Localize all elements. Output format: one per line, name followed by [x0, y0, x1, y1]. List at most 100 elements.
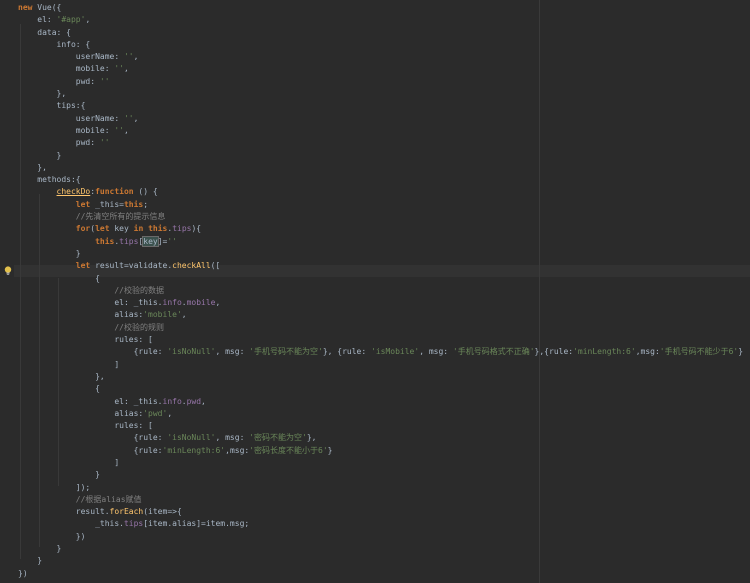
code-line[interactable]: alias:'pwd',: [18, 408, 743, 420]
code-token: tips:{: [18, 101, 86, 111]
code-line[interactable]: let _this=this;: [18, 199, 743, 211]
code-token: ,: [85, 15, 91, 25]
code-line[interactable]: rules: [: [18, 420, 743, 432]
code-token: 'pwd': [143, 408, 168, 418]
code-line[interactable]: }: [18, 469, 743, 481]
code-token: mobile: [186, 298, 216, 308]
code-token: }: [18, 556, 43, 566]
code-line[interactable]: data: {: [18, 27, 743, 39]
code-line[interactable]: //校验的规则: [18, 322, 743, 334]
code-token: () {: [133, 187, 158, 197]
code-token: this: [123, 199, 144, 209]
code-token: ,: [123, 125, 129, 135]
code-line[interactable]: }: [18, 555, 743, 567]
code-line[interactable]: },: [18, 162, 743, 174]
code-line[interactable]: mobile: '',: [18, 125, 743, 137]
code-line[interactable]: mobile: '',: [18, 63, 743, 75]
code-token: 'mobile': [143, 310, 182, 320]
code-line[interactable]: }): [18, 568, 743, 580]
code-line[interactable]: }: [18, 543, 743, 555]
code-token: 'minLength:6': [162, 445, 226, 455]
code-token: //先清空所有的提示信息: [18, 212, 166, 222]
code-token: ]=: [157, 236, 168, 246]
code-token: alias:: [18, 408, 144, 418]
code-line[interactable]: {rule: 'isNoNull', msg: '手机号码不能为空'}, {ru…: [18, 346, 743, 358]
code-token: info: [162, 396, 182, 406]
lightbulb-icon[interactable]: [4, 266, 12, 276]
code-token: 'isNoNull': [167, 433, 216, 443]
code-token: ,: [133, 113, 139, 123]
code-token: '': [123, 113, 134, 123]
code-line[interactable]: //根据alias赋值: [18, 494, 743, 506]
code-token: {: [18, 384, 100, 394]
code-token: },: [18, 162, 47, 172]
code-editor[interactable]: new Vue({ el: '#app', data: { info: { us…: [0, 0, 750, 583]
code-line[interactable]: {rule: 'isNoNull', msg: '密码不能为空'},: [18, 432, 743, 444]
code-token: }: [18, 470, 100, 480]
code-line[interactable]: pwd: '': [18, 137, 743, 149]
code-token: el:: [18, 15, 57, 25]
code-token: tips: [123, 519, 144, 529]
code-line[interactable]: this.tips[key]='': [18, 235, 743, 248]
code-line[interactable]: rules: [: [18, 334, 743, 346]
code-content[interactable]: new Vue({ el: '#app', data: { info: { us…: [18, 2, 743, 580]
code-line[interactable]: el: _this.info.pwd,: [18, 396, 743, 408]
code-line[interactable]: userName: '',: [18, 51, 743, 63]
code-line[interactable]: el: '#app',: [18, 14, 743, 26]
editor-gutter[interactable]: [0, 0, 14, 583]
code-line[interactable]: info: {: [18, 39, 743, 51]
code-line[interactable]: new Vue({: [18, 2, 743, 14]
code-line[interactable]: {rule:'minLength:6',msg:'密码长度不能小于6'}: [18, 445, 743, 457]
code-line[interactable]: result.forEach(item=>{: [18, 506, 743, 518]
code-line[interactable]: userName: '',: [18, 113, 743, 125]
code-token: info: [162, 298, 182, 308]
code-token: ([: [210, 261, 221, 271]
code-token: {rule:: [18, 445, 163, 455]
code-token: },: [306, 433, 317, 443]
code-token: '': [114, 125, 124, 135]
code-line[interactable]: for(let key in this.tips){: [18, 223, 743, 235]
code-token: methods:{: [18, 175, 81, 185]
code-token: result=validate.: [90, 261, 173, 271]
code-token: let: [75, 261, 91, 271]
code-line[interactable]: let result=validate.checkAll([: [18, 260, 743, 272]
code-token: ,: [167, 408, 173, 418]
code-line[interactable]: },: [18, 371, 743, 383]
code-token: '手机号码格式不正确': [452, 347, 535, 357]
code-token: let: [95, 224, 110, 234]
code-token: checkAll: [172, 261, 211, 271]
code-token: '#app': [56, 15, 86, 25]
code-line[interactable]: {: [18, 273, 743, 285]
code-token: rules: [: [18, 335, 153, 345]
code-line[interactable]: //校验的数据: [18, 285, 743, 297]
code-line[interactable]: _this.tips[item.alias]=item.msg;: [18, 518, 743, 530]
code-line[interactable]: }: [18, 150, 743, 162]
code-token: pwd:: [18, 76, 100, 86]
code-line[interactable]: checkDo:function () {: [18, 186, 743, 198]
code-line[interactable]: el: _this.info.mobile,: [18, 297, 743, 309]
code-token: }: [18, 150, 62, 160]
code-token: el: _this.: [18, 298, 163, 308]
code-line[interactable]: tips:{: [18, 100, 743, 112]
code-line[interactable]: pwd: '': [18, 76, 743, 88]
code-token: }: [738, 347, 744, 357]
code-line[interactable]: {: [18, 383, 743, 395]
code-line[interactable]: }: [18, 248, 743, 260]
code-line[interactable]: methods:{: [18, 174, 743, 186]
code-line[interactable]: //先清空所有的提示信息: [18, 211, 743, 223]
code-token: ]: [18, 359, 120, 369]
code-line[interactable]: },: [18, 88, 743, 100]
code-line[interactable]: }): [18, 531, 743, 543]
code-token: let: [75, 199, 91, 209]
code-token: new: [18, 3, 33, 12]
code-line[interactable]: ]: [18, 359, 743, 371]
code-line[interactable]: ]);: [18, 482, 743, 494]
code-line[interactable]: alias:'mobile',: [18, 309, 743, 321]
code-line[interactable]: ]: [18, 457, 743, 469]
code-token: },: [18, 371, 105, 381]
code-token: },{rule:: [534, 347, 574, 357]
code-token: }, {rule:: [322, 347, 372, 357]
